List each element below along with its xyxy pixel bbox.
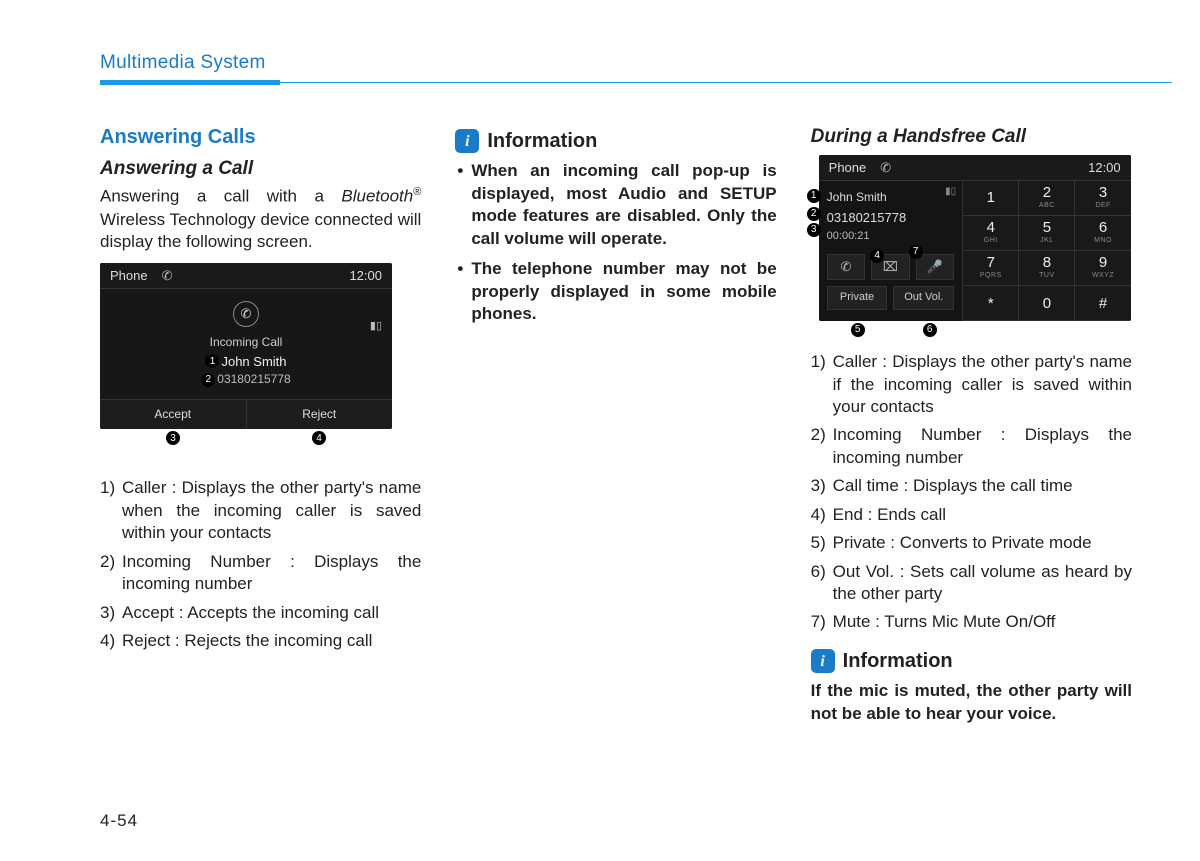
phone-label: Phone [829,159,867,176]
accept-button[interactable]: Accept [100,400,247,429]
info-icon: i [811,649,835,673]
callout-4b: 4 [870,249,884,263]
caller-name: John Smith [221,353,286,370]
bullet-dot: • [457,160,471,250]
callout-3: 3 [166,431,180,445]
call-time: 00:00:21 [827,229,955,244]
info-icon: i [455,129,479,153]
list-num: 1) [100,477,122,544]
handsfree-legend: 1)Caller : Displays the other party's na… [811,351,1132,634]
caller-number: 03180215778 [827,209,955,226]
key-8[interactable]: 8TUV [1018,251,1074,286]
list-text: Reject : Rejects the incoming call [122,630,421,652]
callout-4: 4 [312,431,326,445]
bluetooth-word: Bluetooth [341,187,413,206]
key-hash[interactable]: # [1074,286,1130,321]
heading-answering-calls: Answering Calls [100,124,421,150]
registered-mark: ® [413,186,421,198]
list-text: Private : Converts to Private mode [833,532,1132,554]
mute-button[interactable]: 🎤 7 [916,254,955,280]
list-num: 2) [811,424,833,469]
list-text: Incoming Number : Displays the incoming … [833,424,1132,469]
callout-6: 6 [923,323,937,337]
key-1[interactable]: 1 [962,181,1018,216]
key-3[interactable]: 3DEF [1074,181,1130,216]
list-text: Mute : Turns Mic Mute On/Off [833,611,1132,633]
list-text: Caller : Displays the other party's name… [122,477,421,544]
callout-2b: 2 [807,207,821,221]
incoming-call-icon: ✆ [233,301,259,327]
list-num: 5) [811,532,833,554]
key-star[interactable]: * [962,286,1018,321]
callout-3b: 3 [807,223,821,237]
bullet-text: When an incoming call pop-up is displaye… [471,160,776,250]
list-num: 4) [100,630,122,652]
callout-5: 5 [851,323,865,337]
intro-paragraph: Answering a call with a Bluetooth® Wirel… [100,185,421,253]
key-6[interactable]: 6MNO [1074,216,1130,251]
list-num: 7) [811,611,833,633]
key-2[interactable]: 2ABC [1018,181,1074,216]
list-num: 1) [811,351,833,418]
list-text: Incoming Number : Displays the incoming … [122,551,421,596]
handsfree-call-screenshot: Phone ✆ 12:00 ▮▯ John Smith 03180215778 … [811,155,1132,339]
dial-button[interactable]: ✆ [827,254,866,280]
reject-button[interactable]: Reject [247,400,393,429]
header-rule [100,80,1132,82]
callout-7: 7 [909,245,923,259]
intro-text: Answering a call with a [100,187,341,206]
key-7[interactable]: 7PQRS [962,251,1018,286]
list-text: Call time : Displays the call time [833,475,1132,497]
list-num: 2) [100,551,122,596]
clock: 12:00 [349,267,382,284]
callout-1: 1 [205,354,219,368]
key-5[interactable]: 5JKL [1018,216,1074,251]
incoming-call-legend: 1)Caller : Displays the other party's na… [100,477,421,652]
column-left: Answering Calls Answering a Call Answeri… [100,124,421,725]
key-0[interactable]: 0 [1018,286,1074,321]
callout-2: 2 [201,373,215,387]
list-text: Caller : Displays the other party's name… [833,351,1132,418]
column-middle: i Information •When an incoming call pop… [455,124,776,725]
phone-label: Phone [110,267,148,284]
incoming-label: Incoming Call [210,335,283,351]
key-9[interactable]: 9WXYZ [1074,251,1130,286]
dial-keypad: 1 2ABC 3DEF 4GHI 5JKL 6MNO 7PQRS 8TUV 9W… [962,181,1130,321]
end-button[interactable]: ⌧ 4 [871,254,910,280]
info-heading: Information [487,128,597,154]
bullet-dot: • [457,258,471,325]
info-heading: Information [843,648,953,674]
handset-icon: ✆ [162,267,173,284]
heading-handsfree-call: During a Handsfree Call [811,124,1132,149]
outvol-button[interactable]: Out Vol. [893,286,954,310]
heading-answering-a-call: Answering a Call [100,156,421,181]
list-num: 6) [811,561,833,606]
bullet-text: The telephone number may not be properly… [471,258,776,325]
list-text: Accept : Accepts the incoming call [122,602,421,624]
handset-icon: ✆ [880,159,891,176]
section-header: Multimedia System [100,52,1132,74]
intro-text-tail: Wireless Technology device connected wil… [100,210,421,251]
callout-1b: 1 [807,189,821,203]
list-num: 3) [811,475,833,497]
info-paragraph: If the mic is muted, the other party wil… [811,680,1132,725]
signal-icon: ▮▯ [945,185,956,198]
list-text: End : Ends call [833,504,1132,526]
caller-name: John Smith [827,190,955,206]
clock: 12:00 [1088,159,1121,176]
signal-icon: ▮▯ [370,319,382,334]
incoming-call-screenshot: Phone ✆ 12:00 ▮▯ ✆ Incoming Call 1 John … [100,263,421,447]
caller-number: 03180215778 [217,372,290,388]
page-number: 4-54 [100,811,138,831]
list-num: 4) [811,504,833,526]
key-4[interactable]: 4GHI [962,216,1018,251]
column-right: During a Handsfree Call Phone ✆ 12:00 ▮▯… [811,124,1132,725]
private-button[interactable]: Private [827,286,888,310]
list-num: 3) [100,602,122,624]
list-text: Out Vol. : Sets call volume as heard by … [833,561,1132,606]
